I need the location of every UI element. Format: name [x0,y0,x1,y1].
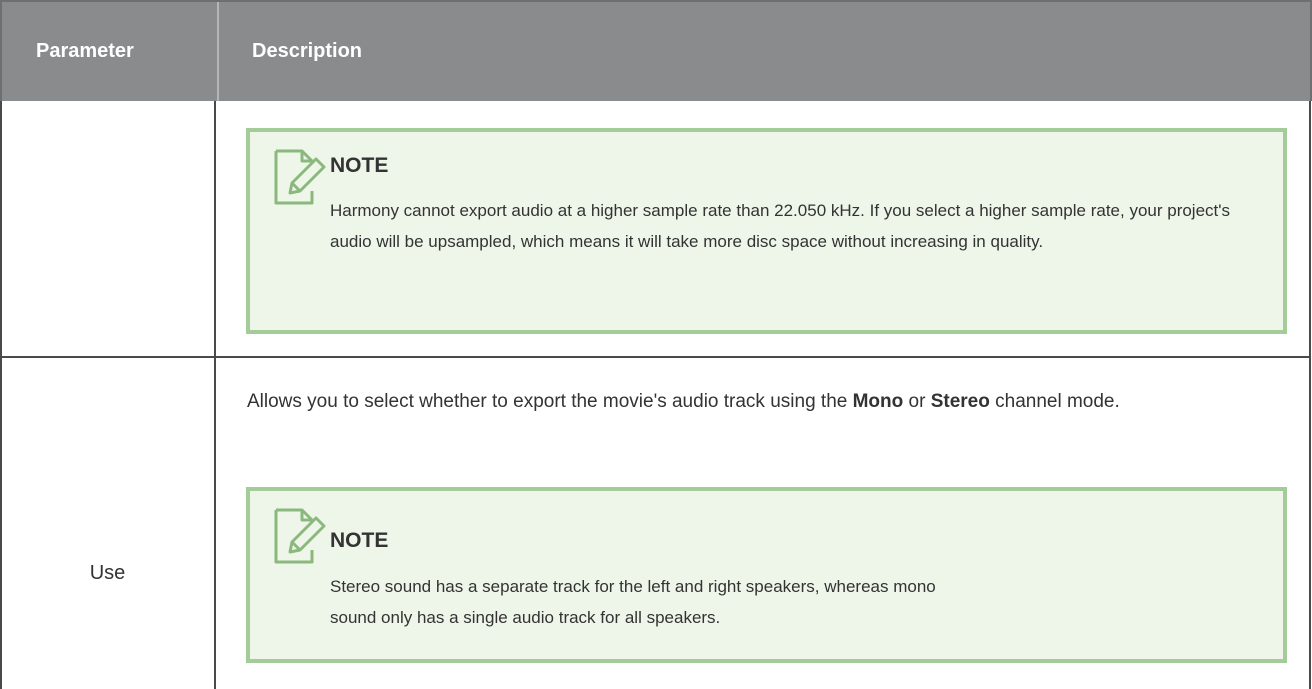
note-text: Stereo sound has a separate track for th… [330,577,936,627]
note-title: NOTE [330,529,389,552]
table-left-border [0,101,2,689]
stereo-term: Stereo [930,391,990,412]
row-description: Allows you to select whether to export t… [247,383,1287,421]
description-text-or: or [903,391,931,412]
description-text-end: channel mode. [989,391,1120,412]
parameter-table: Parameter Description NOTE Harmony canno… [0,0,1312,689]
note-text: Harmony cannot export audio at a higher … [330,201,1231,251]
note-box: NOTE Stereo sound has a separate track f… [246,487,1287,663]
note-box: NOTE Harmony cannot export audio at a hi… [246,128,1287,334]
parameter-use: Use [89,562,126,584]
note-pencil-icon [274,508,326,564]
header-description: Description [217,2,1312,101]
column-divider [214,101,216,689]
row-divider [0,356,1311,358]
note-title: NOTE [330,154,389,177]
note-pencil-icon [274,149,326,205]
table-right-border [1309,101,1311,689]
mono-term: Mono [852,391,904,412]
header-parameter: Parameter [36,40,134,62]
table-header: Parameter Description [0,0,1312,101]
description-text: Allows you to select whether to export t… [247,391,853,412]
